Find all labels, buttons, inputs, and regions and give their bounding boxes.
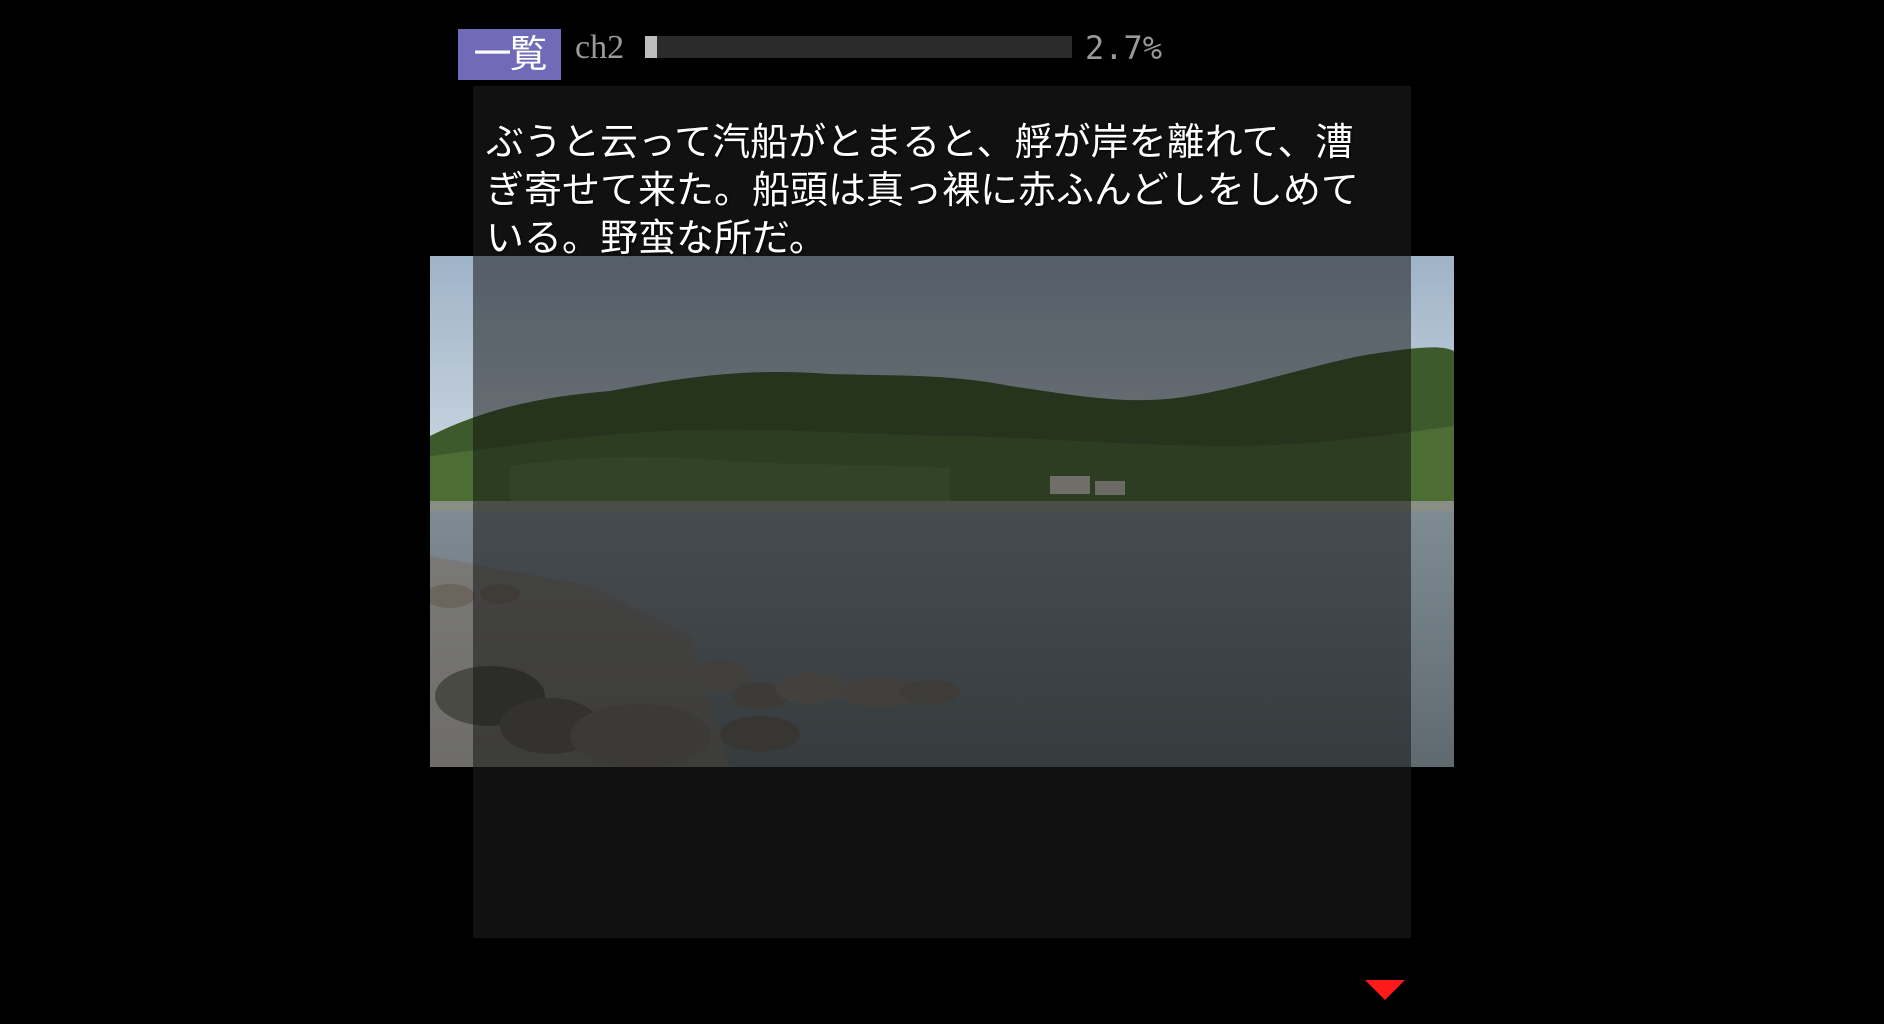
message-window-bottom-panel — [473, 767, 1411, 938]
progress-bar-fill — [645, 36, 657, 58]
message-text: ぶうと云って汽船がとまると、艀が岸を離れて、漕ぎ寄せて来た。船頭は真っ裸に赤ふん… — [486, 120, 1359, 260]
next-page-arrow-icon[interactable] — [1365, 980, 1405, 1000]
progress-bar — [645, 36, 1072, 58]
progress-percent-text: 2.7% — [1085, 29, 1163, 67]
backlog-list-button[interactable]: 一覧 — [458, 29, 561, 80]
game-screen[interactable]: 一覧 ch2 2.7% ぶうと云って汽船がとまると、艀が岸を離れて、漕ぎ寄せて来… — [0, 0, 1884, 1024]
chapter-label: ch2 — [575, 29, 625, 66]
